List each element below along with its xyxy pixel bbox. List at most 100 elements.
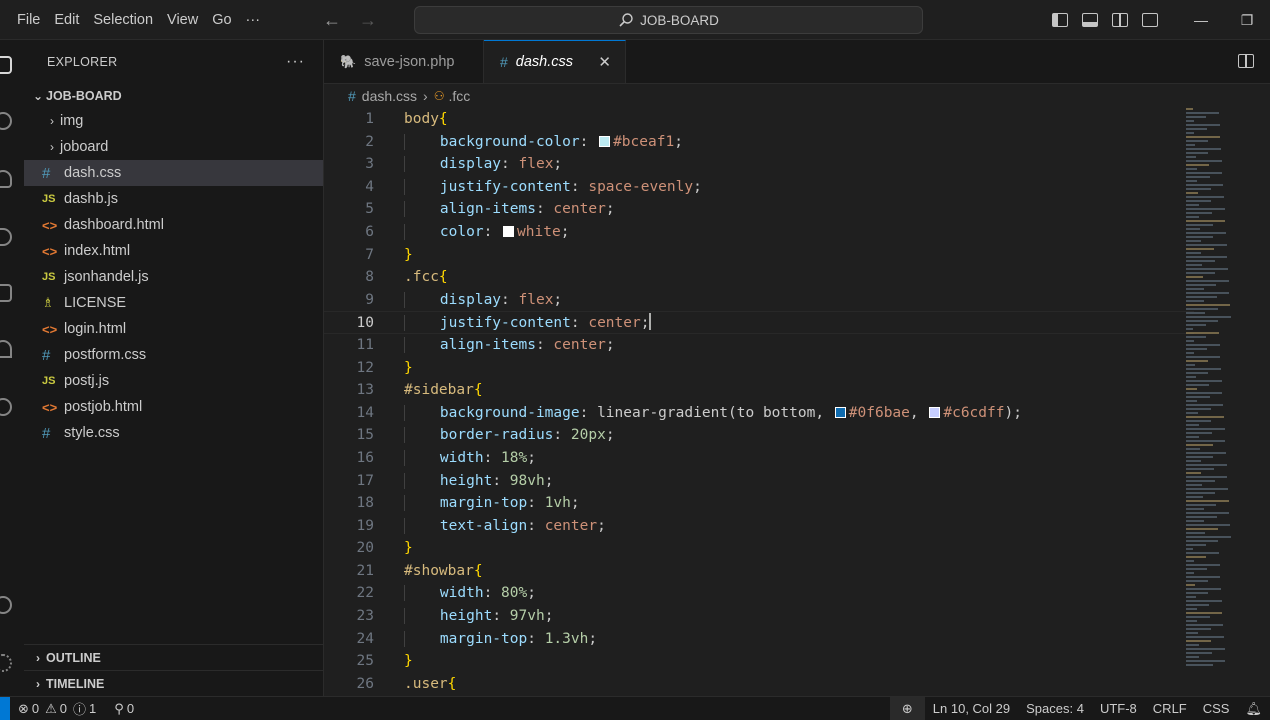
minimap-line (1186, 196, 1224, 198)
file-label: LICENSE (64, 295, 127, 311)
search-view-icon[interactable] (0, 112, 12, 130)
code-line[interactable]: 6 color: white; (324, 221, 1194, 244)
code-line[interactable]: 26 .user{ (324, 673, 1194, 696)
folder-item[interactable]: › img (24, 108, 323, 134)
encoding[interactable]: UTF-8 (1092, 697, 1145, 720)
line-text: display: flex; (404, 289, 562, 312)
code-line[interactable]: 25} (324, 650, 1194, 673)
code-line[interactable]: 7} (324, 244, 1194, 267)
timeline-section[interactable]: › TIMELINE (24, 670, 323, 696)
close-tab-icon[interactable]: ✕ (598, 53, 611, 71)
code-editor[interactable]: 1 body{2 background-color: #bceaf1; 3 disp… (324, 108, 1194, 695)
notifications-bell-icon[interactable]: 🔔︎ (1237, 697, 1270, 720)
testing-icon[interactable] (0, 398, 12, 416)
file-item[interactable]: JS dashb.js (24, 186, 323, 212)
code-line[interactable]: 24 margin-top: 1.3vh; (324, 628, 1194, 651)
breadcrumb-file[interactable]: dash.css (362, 88, 417, 104)
explorer-more-actions[interactable]: ··· (286, 53, 305, 71)
explorer-icon[interactable] (0, 56, 12, 74)
menu-edit[interactable]: Edit (47, 0, 86, 40)
file-item[interactable]: <> login.html (24, 316, 323, 342)
css-file-icon: # (348, 88, 356, 104)
file-item[interactable]: <> index.html (24, 238, 323, 264)
code-line[interactable]: 8 .fcc{ (324, 266, 1194, 289)
code-line[interactable]: 22 width: 80%; (324, 582, 1194, 605)
file-item[interactable]: JS postj.js (24, 368, 323, 394)
html-file-icon: <> (42, 217, 58, 233)
remote-indicator[interactable] (0, 696, 10, 720)
accounts-icon[interactable] (0, 596, 12, 614)
file-item[interactable]: # style.css (24, 420, 323, 446)
tab-dash-css[interactable]: # dash.css ✕ (484, 40, 626, 83)
code-line[interactable]: 15 border-radius: 20px; (324, 424, 1194, 447)
language-mode[interactable]: CSS (1195, 697, 1238, 720)
outline-label: OUTLINE (46, 650, 101, 665)
forward-arrow-icon[interactable]: → (359, 0, 377, 40)
folder-item[interactable]: › joboard (24, 134, 323, 160)
minimap-line (1186, 604, 1210, 606)
minimap-line (1186, 316, 1231, 318)
color-swatch[interactable] (599, 135, 611, 147)
toggle-secondary-sidebar-icon[interactable] (1112, 13, 1128, 27)
color-swatch[interactable] (834, 406, 846, 418)
code-line[interactable]: 1 body{ (324, 108, 1194, 131)
back-arrow-icon[interactable]: ← (323, 0, 341, 40)
cursor-position[interactable]: Ln 10, Col 29 (925, 697, 1018, 720)
file-item[interactable]: <> dashboard.html (24, 212, 323, 238)
problems-indicator[interactable]: ⊗ 0 ⚠ 0 ⓘ 1 (18, 699, 96, 718)
menu-go[interactable]: Go (205, 0, 238, 40)
root-folder[interactable]: ⌄ JOB-BOARD (24, 84, 323, 108)
line-endings[interactable]: CRLF (1145, 697, 1195, 720)
file-item[interactable]: <> postjob.html (24, 394, 323, 420)
outline-section[interactable]: › OUTLINE (24, 644, 323, 670)
settings-gear-icon[interactable] (0, 654, 12, 672)
extensions-icon[interactable] (0, 284, 12, 302)
menu-file[interactable]: File (10, 0, 47, 40)
code-line[interactable]: 9 display: flex; (324, 289, 1194, 312)
code-line[interactable]: 17 height: 98vh; (324, 470, 1194, 493)
code-line[interactable]: 10 justify-content: center; (324, 311, 1194, 334)
menu-view[interactable]: View (160, 0, 205, 40)
code-line[interactable]: 14 background-image: linear-gradient(to … (324, 402, 1194, 425)
code-line[interactable]: 3 display: flex; (324, 153, 1194, 176)
split-editor-icon[interactable] (1238, 54, 1254, 68)
code-line[interactable]: 4 justify-content: space-evenly; (324, 176, 1194, 199)
file-tree: › img › joboard # dash.css JS dashb.js <> dashboa… (24, 108, 323, 446)
command-center-search[interactable]: JOB-BOARD (414, 6, 923, 34)
minimap-line (1186, 648, 1225, 650)
zoom-icon[interactable]: ⊕ (889, 697, 925, 720)
code-line[interactable]: 16 width: 18%; (324, 447, 1194, 470)
file-item[interactable]: # postform.css (24, 342, 323, 368)
code-line[interactable]: 13 #sidebar{ (324, 379, 1194, 402)
minimize-button[interactable]: — (1178, 12, 1224, 28)
customize-layout-icon[interactable] (1142, 13, 1158, 27)
code-line[interactable]: 20} (324, 537, 1194, 560)
source-control-icon[interactable] (0, 170, 12, 188)
code-line[interactable]: 21 #showbar{ (324, 560, 1194, 583)
code-line[interactable]: 12} (324, 357, 1194, 380)
code-line[interactable]: 2 background-color: #bceaf1; (324, 131, 1194, 154)
breadcrumb-symbol[interactable]: .fcc (448, 88, 470, 104)
remote-explorer-icon[interactable] (0, 340, 12, 358)
code-line[interactable]: 5 align-items: center; (324, 198, 1194, 221)
code-line[interactable]: 11 align-items: center; (324, 334, 1194, 357)
code-line[interactable]: 19 text-align: center; (324, 515, 1194, 538)
color-swatch[interactable] (503, 225, 515, 237)
run-debug-icon[interactable] (0, 228, 12, 246)
menu-more[interactable]: ··· (239, 0, 268, 40)
file-item[interactable]: ♗ LICENSE (24, 290, 323, 316)
color-swatch[interactable] (929, 406, 941, 418)
file-item[interactable]: # dash.css (24, 160, 323, 186)
minimap[interactable] (1186, 108, 1256, 696)
file-item[interactable]: JS jsonhandel.js (24, 264, 323, 290)
tab-save-json-php[interactable]: 🐘 save-json.php (324, 40, 484, 83)
toggle-primary-sidebar-icon[interactable] (1052, 13, 1068, 27)
indentation[interactable]: Spaces: 4 (1018, 697, 1092, 720)
ports-indicator[interactable]: ⚲ 0 (114, 701, 134, 717)
code-line[interactable]: 18 margin-top: 1vh; (324, 492, 1194, 515)
menu-selection[interactable]: Selection (86, 0, 160, 40)
toggle-panel-icon[interactable] (1082, 13, 1098, 27)
restore-button[interactable]: ❐ (1224, 12, 1270, 29)
code-line[interactable]: 23 height: 97vh; (324, 605, 1194, 628)
minimap-line (1186, 548, 1193, 550)
